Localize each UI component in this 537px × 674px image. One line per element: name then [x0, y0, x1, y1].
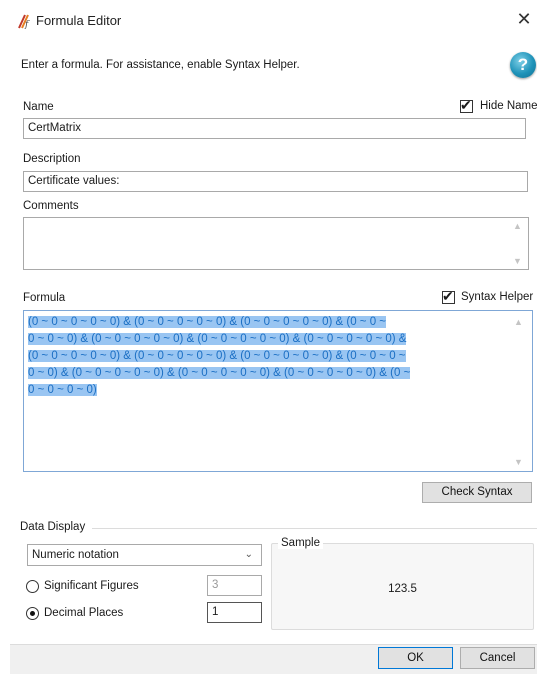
decimal-places-input[interactable]: 1: [207, 602, 262, 623]
instruction-text: Enter a formula. For assistance, enable …: [21, 59, 300, 71]
help-icon[interactable]: ?: [510, 52, 536, 78]
ok-button[interactable]: OK: [378, 647, 453, 669]
syntax-helper-checkbox-box[interactable]: ✔: [442, 288, 455, 304]
group-divider: [92, 528, 537, 529]
name-input[interactable]: CertMatrix: [23, 118, 526, 139]
name-label: Name: [23, 101, 54, 113]
comments-textarea[interactable]: [23, 217, 529, 270]
data-display-label: Data Display: [20, 521, 86, 533]
chevron-down-icon: ⌄: [244, 549, 253, 560]
decimal-places-label: Decimal Places: [44, 607, 124, 619]
formula-icon: f: [18, 14, 30, 30]
description-input[interactable]: Certificate values:: [23, 171, 528, 192]
sample-label: Sample: [278, 537, 323, 549]
formula-line: 0 ~ 0 ~ 0 ~ 0): [28, 384, 97, 396]
formula-label: Formula: [23, 292, 66, 304]
scroll-up-icon[interactable]: ▲: [513, 221, 522, 231]
cancel-button[interactable]: Cancel: [460, 647, 535, 669]
window-title: Formula Editor: [36, 13, 122, 28]
syntax-helper-label: Syntax Helper: [461, 291, 534, 303]
formula-line: (0 ~ 0 ~ 0 ~ 0 ~ 0) & (0 ~ 0 ~ 0 ~ 0 ~ 0…: [28, 350, 406, 362]
hide-name-checkbox-box[interactable]: ✔: [460, 97, 473, 113]
close-icon[interactable]: ✕: [515, 9, 533, 30]
scroll-down-icon[interactable]: ▼: [514, 457, 523, 467]
significant-figures-radio[interactable]: [26, 580, 39, 593]
formula-text: (0 ~ 0 ~ 0 ~ 0 ~ 0) & (0 ~ 0 ~ 0 ~ 0 ~ 0…: [28, 314, 510, 399]
significant-figures-input[interactable]: 3: [207, 575, 262, 596]
hide-name-checkbox[interactable]: ✔ Hide Name: [458, 97, 537, 114]
check-syntax-button[interactable]: Check Syntax: [422, 482, 532, 503]
radio-selected-dot: [30, 611, 35, 616]
description-label: Description: [23, 153, 81, 165]
footer-bar: [10, 644, 537, 674]
formula-textarea[interactable]: (0 ~ 0 ~ 0 ~ 0 ~ 0) & (0 ~ 0 ~ 0 ~ 0 ~ 0…: [23, 310, 533, 472]
significant-figures-label: Significant Figures: [44, 580, 139, 592]
hide-name-label: Hide Name: [480, 100, 537, 112]
notation-select-value: Numeric notation: [32, 549, 119, 561]
svg-text:f: f: [24, 20, 30, 30]
comments-label: Comments: [23, 200, 79, 212]
syntax-helper-checkbox[interactable]: ✔ Syntax Helper: [441, 288, 537, 305]
formula-line: (0 ~ 0 ~ 0 ~ 0 ~ 0) & (0 ~ 0 ~ 0 ~ 0 ~ 0…: [28, 316, 387, 328]
formula-line: 0 ~ 0 ~ 0) & (0 ~ 0 ~ 0 ~ 0 ~ 0) & (0 ~ …: [28, 333, 407, 345]
check-icon: ✔: [460, 97, 472, 113]
formula-line: 0 ~ 0) & (0 ~ 0 ~ 0 ~ 0 ~ 0) & (0 ~ 0 ~ …: [28, 367, 411, 379]
scroll-down-icon[interactable]: ▼: [513, 256, 522, 266]
check-icon: ✔: [442, 288, 454, 304]
sample-value: 123.5: [388, 583, 417, 595]
decimal-places-radio[interactable]: [26, 607, 39, 620]
notation-select[interactable]: Numeric notation ⌄: [27, 544, 262, 566]
scroll-up-icon[interactable]: ▲: [514, 317, 523, 327]
